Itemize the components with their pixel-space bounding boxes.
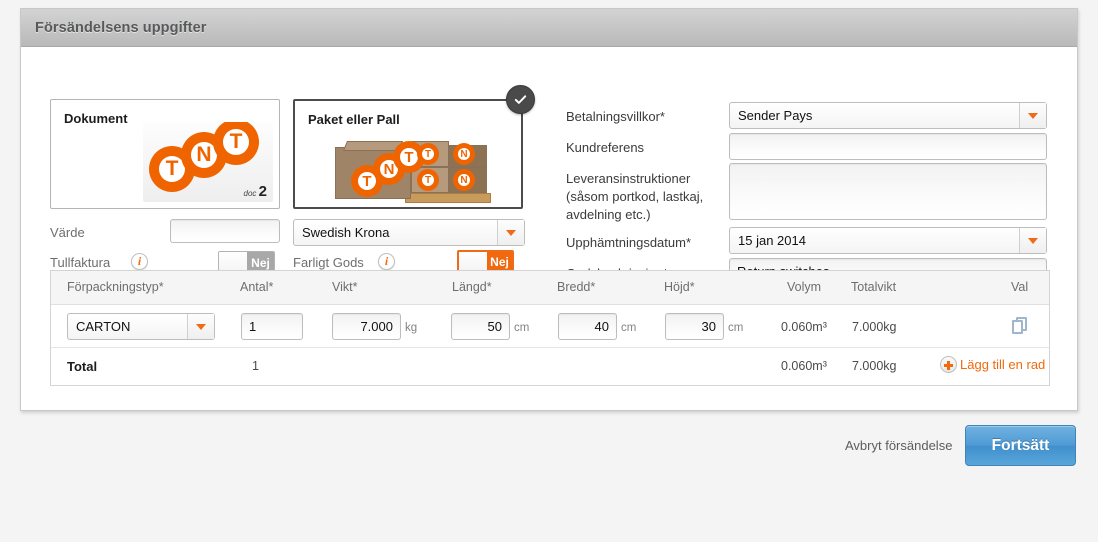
kundreferens-label: Kundreferens <box>566 140 645 155</box>
farligt-gods-info-icon[interactable]: i <box>378 253 395 270</box>
kundreferens-input[interactable] <box>729 133 1047 160</box>
th-antal: Antal* <box>240 280 274 294</box>
tnt-document-icon: T N T doc 2 <box>143 122 273 202</box>
card-title-document: Dokument <box>64 111 128 126</box>
chevron-down-icon[interactable] <box>1019 103 1046 128</box>
add-row-label: Lägg till en rad <box>960 357 1046 372</box>
total-label: Total <box>67 359 98 374</box>
forpackningstyp-select[interactable]: CARTON <box>67 313 215 340</box>
vikt-unit: kg <box>405 322 418 334</box>
varde-label: Värde <box>50 225 85 240</box>
shipment-type-card-document[interactable]: Dokument T N T doc 2 <box>50 99 280 209</box>
langd-input[interactable]: 50 <box>451 313 510 340</box>
betalningsvillkor-label: Betalningsvillkor* <box>566 109 665 124</box>
th-val: Val <box>1011 280 1029 294</box>
farligt-gods-toggle-value: Nej <box>487 252 512 272</box>
chevron-down-icon[interactable] <box>497 220 524 245</box>
th-langd: Längd* <box>452 280 492 294</box>
chevron-down-icon[interactable] <box>187 314 214 339</box>
tullfaktura-info-icon[interactable]: i <box>131 253 148 270</box>
antal-input[interactable]: 1 <box>241 313 303 340</box>
leveransinstruktioner-label-line3: avdelning etc.) <box>566 207 651 222</box>
add-row-button[interactable]: Lägg till en rad <box>940 356 1045 373</box>
totalvikt-value: 7.000kg <box>852 320 897 334</box>
th-bredd: Bredd* <box>557 280 596 294</box>
chevron-down-icon[interactable] <box>1019 228 1046 253</box>
th-vikt: Vikt* <box>332 280 358 294</box>
upphamtningsdatum-select[interactable]: 15 jan 2014 <box>729 227 1047 254</box>
bredd-unit: cm <box>621 322 637 334</box>
tullfaktura-label: Tullfaktura <box>50 255 111 270</box>
th-volym: Volym <box>787 280 822 294</box>
panel-header: Försändelsens uppgifter <box>21 9 1077 47</box>
total-antal: 1 <box>252 359 259 373</box>
th-totalvikt: Totalvikt <box>851 280 897 294</box>
langd-unit: cm <box>514 322 530 334</box>
table-total-row: Total 1 0.060m³ 7.000kg Lägg till en rad <box>51 348 1049 385</box>
selected-check-icon <box>506 85 535 114</box>
shipment-type-card-package[interactable]: Paket eller Pall T N T T N T N <box>293 85 535 209</box>
toggle-knob <box>459 252 487 272</box>
varde-input[interactable] <box>170 219 280 243</box>
th-forpackningstyp: Förpackningstyp* <box>67 280 164 294</box>
plus-icon <box>940 356 957 373</box>
leveransinstruktioner-label-line2: (såsom portkod, lastkaj, <box>566 189 704 204</box>
currency-select[interactable]: Swedish Krona <box>293 219 525 246</box>
bredd-input[interactable]: 40 <box>558 313 617 340</box>
total-volym: 0.060m³ <box>781 359 827 373</box>
hojd-unit: cm <box>728 322 744 334</box>
currency-select-value: Swedish Krona <box>302 225 390 240</box>
farligt-gods-label: Farligt Gods <box>293 255 364 270</box>
table-header-row: Förpackningstyp* Antal* Vikt* Längd* Bre… <box>51 271 1049 305</box>
upphamtningsdatum-value: 15 jan 2014 <box>738 233 806 248</box>
th-hojd: Höjd* <box>664 280 695 294</box>
page-title: Försändelsens uppgifter <box>35 19 207 36</box>
table-row: CARTON 1 7.000 kg 50 cm 40 cm 30 cm 0.06… <box>51 305 1049 348</box>
continue-button[interactable]: Fortsätt <box>965 425 1076 466</box>
doc-count-label: doc 2 <box>243 183 267 200</box>
leveransinstruktioner-label-line1: Leveransinstruktioner <box>566 171 691 186</box>
forpackningstyp-value: CARTON <box>76 319 131 334</box>
total-totalvikt: 7.000kg <box>852 359 897 373</box>
duplicate-row-icon[interactable] <box>1012 317 1029 336</box>
betalningsvillkor-value: Sender Pays <box>738 108 813 123</box>
panel-body: Dokument T N T doc 2 Paket eller Pall T … <box>21 47 1077 411</box>
vikt-input[interactable]: 7.000 <box>332 313 401 340</box>
hojd-input[interactable]: 30 <box>665 313 724 340</box>
betalningsvillkor-select[interactable]: Sender Pays <box>729 102 1047 129</box>
volym-value: 0.060m³ <box>781 320 827 334</box>
packages-table: Förpackningstyp* Antal* Vikt* Längd* Bre… <box>50 270 1050 386</box>
cancel-shipment-link[interactable]: Avbryt försändelse <box>845 438 952 453</box>
shipment-details-panel: Försändelsens uppgifter Dokument T N T d… <box>20 8 1078 411</box>
upphamtningsdatum-label: Upphämtningsdatum* <box>566 235 692 250</box>
tnt-boxes-pallet-icon: T N T T N T N <box>327 125 497 203</box>
leveransinstruktioner-textarea[interactable] <box>729 163 1047 220</box>
